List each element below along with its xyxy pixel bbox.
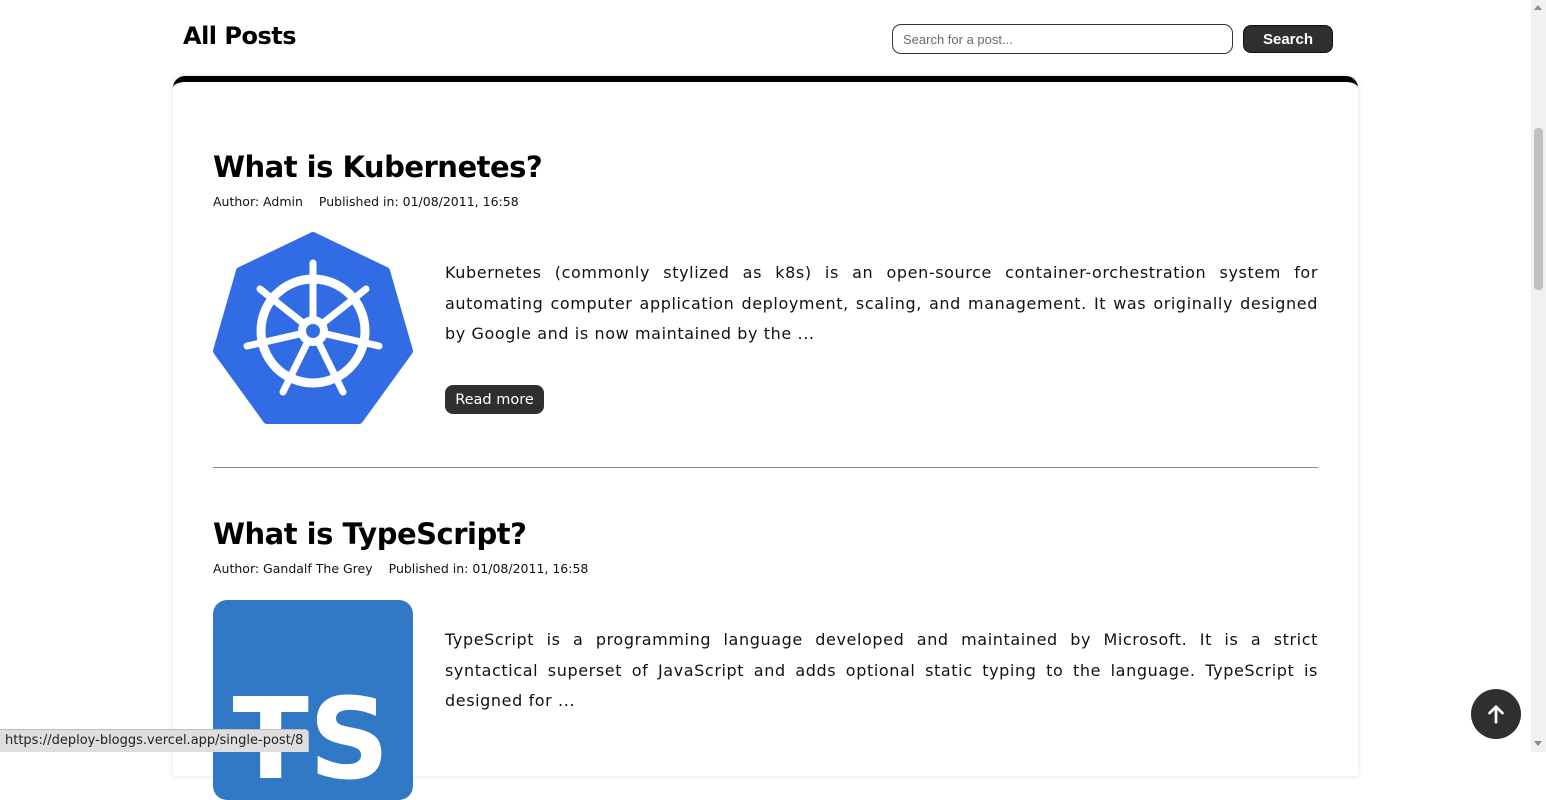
posts-list: What is Kubernetes? Author: Admin Publish… <box>173 76 1358 800</box>
post-excerpt: TypeScript is a programming language dev… <box>445 630 1318 710</box>
kubernetes-logo-image[interactable] <box>213 231 413 431</box>
scrollbar-thumb[interactable] <box>1534 128 1543 290</box>
search-button[interactable]: Search <box>1243 25 1333 53</box>
post-author: Author: Admin <box>213 194 303 209</box>
page-title: All Posts <box>183 22 297 50</box>
post-title[interactable]: What is TypeScript? <box>213 517 527 551</box>
post-excerpt: Kubernetes (commonly stylized as k8s) is… <box>445 263 1318 343</box>
link-status-bar: https://deploy-bloggs.vercel.app/single-… <box>0 729 310 752</box>
page-scrollbar[interactable] <box>1531 0 1546 752</box>
search-input[interactable] <box>892 24 1233 54</box>
post-meta: Author: Admin Published in: 01/08/2011, 1… <box>213 194 519 209</box>
arrow-up-icon <box>1488 705 1504 724</box>
post-title[interactable]: What is Kubernetes? <box>213 150 543 184</box>
read-more-button[interactable]: Read more <box>445 385 544 414</box>
scroll-down-arrow-icon[interactable] <box>1534 741 1542 746</box>
post-author: Author: Gandalf The Grey <box>213 561 373 576</box>
scroll-to-top-button[interactable] <box>1471 689 1521 739</box>
post-divider <box>213 467 1318 468</box>
post-meta: Author: Gandalf The Grey Published in: 01… <box>213 561 588 576</box>
post-date: Published in: 01/08/2011, 16:58 <box>318 194 519 209</box>
post-date: Published in: 01/08/2011, 16:58 <box>388 561 589 576</box>
typescript-logo-image[interactable]: TS <box>213 600 413 800</box>
scroll-up-arrow-icon[interactable] <box>1534 5 1542 10</box>
